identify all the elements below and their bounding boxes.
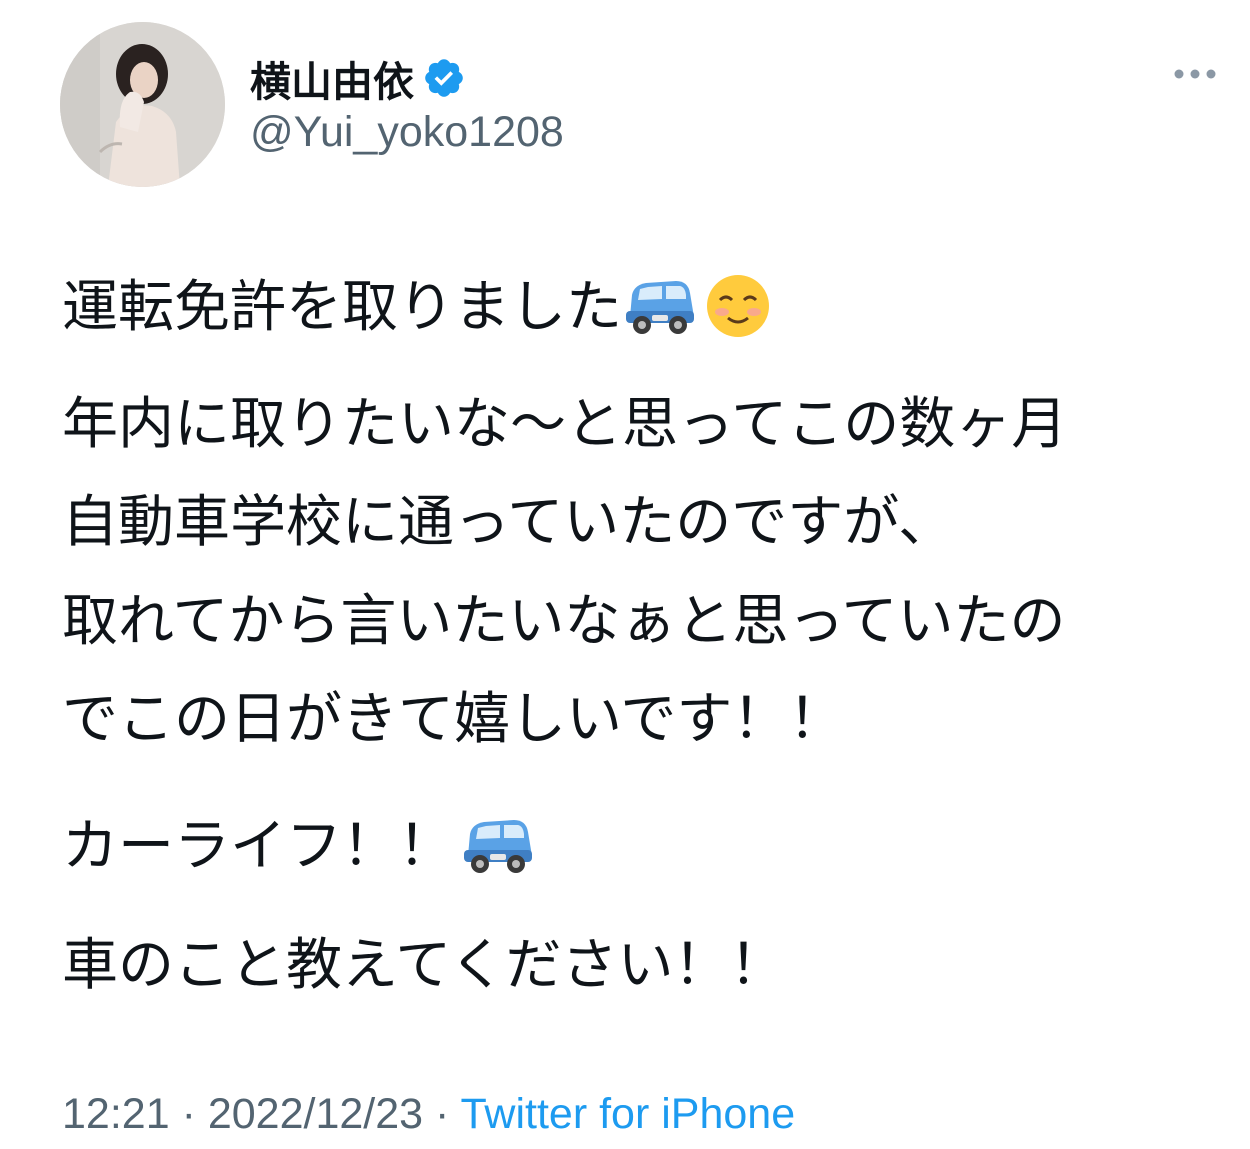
tweet-line: カーライフ！！: [62, 812, 536, 888]
tweet-line: でこの日がきて嬉しいです！！: [62, 692, 844, 748]
tweet-source-link[interactable]: Twitter for iPhone: [461, 1090, 796, 1138]
tweet-text: 取れてから言いたいなぁと思っていたの: [62, 589, 1066, 654]
tweet-text: 車のこと教えてください！！: [62, 933, 786, 998]
profile-photo-icon: [60, 22, 225, 187]
tweet-date[interactable]: 2022/12/23: [208, 1090, 423, 1138]
more-horizontal-icon[interactable]: [1170, 62, 1220, 86]
tweet-line: 車のこと教えてください！！: [62, 938, 786, 994]
tweet-text: 運転免許を取りました: [62, 275, 622, 341]
meta-separator: ·: [181, 1090, 196, 1138]
display-name[interactable]: 横山由依: [250, 48, 414, 108]
verified-badge-icon: [422, 56, 466, 100]
avatar[interactable]: [60, 22, 225, 187]
blue-car-icon: [460, 812, 536, 888]
tweet-line: 自動車学校に通っていたのですが、: [62, 495, 954, 551]
smiling-face-icon: [704, 272, 772, 350]
tweet-card: 横山由依 @Yui_yoko1208 運転免許を取りました 年内に取りたいな〜と…: [0, 0, 1250, 1149]
tweet-meta: 12:21 · 2022/12/23 · Twitter for iPhone: [62, 1090, 795, 1139]
tweet-line: 運転免許を取りました: [62, 272, 772, 350]
tweet-line: 取れてから言いたいなぁと思っていたの: [62, 594, 1066, 650]
blue-car-icon: [622, 273, 698, 349]
handle[interactable]: @Yui_yoko1208: [250, 108, 564, 157]
author-name-row[interactable]: 横山由依: [250, 48, 466, 108]
meta-separator: ·: [435, 1090, 450, 1138]
tweet-text: 年内に取りたいな〜と思ってこの数ヶ月: [62, 392, 1068, 457]
tweet-line: 年内に取りたいな〜と思ってこの数ヶ月: [62, 397, 1067, 453]
tweet-text: でこの日がきて嬉しいです！！: [62, 687, 845, 752]
tweet-text: カーライフ！！: [62, 814, 454, 880]
tweet-time[interactable]: 12:21: [62, 1090, 170, 1138]
tweet-text: 自動車学校に通っていたのですが、: [62, 490, 955, 555]
